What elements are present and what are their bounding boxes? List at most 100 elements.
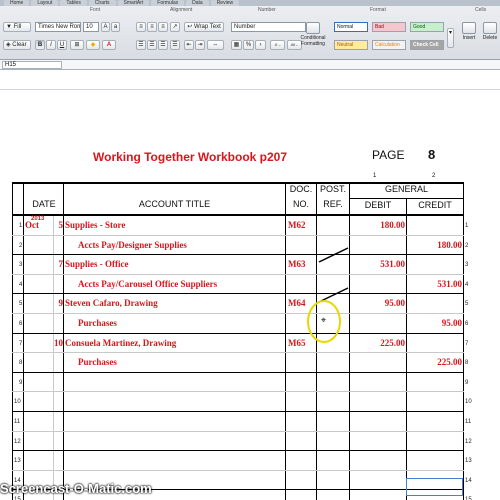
- font-grow-button[interactable]: A: [101, 22, 110, 32]
- number-format-select[interactable]: Number: [231, 22, 306, 32]
- italic-button[interactable]: I: [46, 40, 56, 50]
- month-cell[interactable]: Oct: [25, 216, 39, 235]
- account-title-cell[interactable]: Supplies - Office: [65, 255, 129, 274]
- align-center-button[interactable]: ☰: [147, 40, 157, 50]
- credit-cell[interactable]: [407, 255, 462, 274]
- doc-no-cell[interactable]: M63: [288, 255, 306, 274]
- table-row[interactable]: 4 4 Accts Pay/Carousel Office Suppliers 531…: [0, 275, 500, 295]
- style-normal[interactable]: Normal: [334, 22, 368, 32]
- table-row[interactable]: 5 5 9 Steven Cafaro, Drawing M64 95.00: [0, 294, 500, 314]
- delete-button[interactable]: Delete: [481, 22, 499, 41]
- table-row[interactable]: 3 3 7 Supplies - Office M63 531.00: [0, 255, 500, 275]
- credit-cell[interactable]: 225.00: [407, 353, 462, 372]
- table-row[interactable]: 13 13: [0, 451, 500, 471]
- merge-button[interactable]: ⇔: [207, 40, 224, 50]
- percent-button[interactable]: %: [243, 40, 254, 50]
- insert-button[interactable]: Insert: [460, 22, 478, 41]
- table-row[interactable]: 11 11: [0, 412, 500, 432]
- style-bad[interactable]: Bad: [372, 22, 406, 32]
- doc-no-cell[interactable]: M64: [288, 294, 306, 313]
- day-cell[interactable]: 5: [54, 216, 64, 235]
- account-title-cell[interactable]: Steven Cafaro, Drawing: [65, 294, 158, 313]
- bold-button[interactable]: B: [35, 40, 45, 50]
- doc-no-cell[interactable]: M65: [288, 334, 306, 353]
- justify-button[interactable]: ☰: [170, 40, 180, 50]
- account-title-cell[interactable]: Consuela Martinez, Drawing: [65, 334, 176, 353]
- account-title-cell[interactable]: Accts Pay/Carousel Office Suppliers: [78, 275, 217, 294]
- increase-indent-button[interactable]: ⇥: [195, 40, 205, 50]
- style-check-cell[interactable]: Check Cell: [410, 40, 444, 50]
- tab-data[interactable]: Data: [186, 0, 209, 6]
- align-top-button[interactable]: ≡: [136, 22, 146, 32]
- worksheet[interactable]: Working Together Workbook p207 PAGE 8 1 …: [0, 90, 500, 500]
- account-title-cell[interactable]: Purchases: [78, 314, 117, 333]
- debit-cell[interactable]: [350, 275, 405, 294]
- align-middle-button[interactable]: ≡: [147, 22, 157, 32]
- font-name-select[interactable]: Times New Roman: [35, 22, 81, 32]
- credit-cell[interactable]: [407, 334, 462, 353]
- tab-formulas[interactable]: Formulas: [151, 0, 185, 6]
- table-row[interactable]: 8 8 Purchases 225.00: [0, 353, 500, 373]
- font-shrink-button[interactable]: a: [111, 22, 120, 32]
- table-row[interactable]: 99: [0, 373, 500, 393]
- table-row[interactable]: 12 12: [0, 432, 500, 452]
- account-title-cell[interactable]: Purchases: [78, 353, 117, 372]
- credit-cell[interactable]: [407, 294, 462, 313]
- name-box[interactable]: H15: [2, 61, 62, 69]
- conditional-formatting-button[interactable]: Conditional Formatting: [297, 22, 329, 47]
- tab-smartart[interactable]: SmartArt: [117, 0, 150, 6]
- credit-cell[interactable]: 95.00: [407, 314, 462, 333]
- orientation-button[interactable]: ↗: [170, 22, 180, 32]
- fill-color-button[interactable]: ◆: [86, 40, 100, 50]
- styles-scroll-button[interactable]: ▾: [447, 28, 454, 48]
- borders-button[interactable]: ⊞: [70, 40, 84, 50]
- debit-cell[interactable]: [350, 236, 405, 255]
- day-cell[interactable]: 10: [54, 334, 63, 353]
- day-cell[interactable]: [54, 314, 63, 333]
- day-cell[interactable]: 9: [54, 294, 64, 313]
- account-title-cell[interactable]: Supplies - Store: [65, 216, 125, 235]
- currency-button[interactable]: ▦: [231, 40, 242, 50]
- underline-button[interactable]: U: [57, 40, 67, 50]
- table-row[interactable]: 1 1 Oct 5 Supplies - Store M62 180.00: [0, 216, 500, 236]
- tab-layout[interactable]: Layout: [31, 0, 59, 6]
- table-row[interactable]: 6 6 Purchases 95.00: [0, 314, 500, 334]
- clear-button[interactable]: ◈ Clear: [3, 40, 31, 50]
- debit-cell[interactable]: 531.00: [350, 255, 405, 274]
- day-cell[interactable]: [54, 236, 63, 255]
- align-left-button[interactable]: ☰: [136, 40, 146, 50]
- increase-decimal-button[interactable]: .0→: [270, 40, 285, 50]
- wrap-text-button[interactable]: ↩ Wrap Text: [184, 22, 224, 32]
- account-title-cell[interactable]: Accts Pay/Designer Supplies: [78, 236, 187, 255]
- tab-home[interactable]: Home: [4, 0, 30, 6]
- debit-cell[interactable]: [350, 314, 405, 333]
- table-row[interactable]: 2 2 Accts Pay/Designer Supplies 180.00: [0, 236, 500, 256]
- day-cell[interactable]: [54, 275, 63, 294]
- font-color-button[interactable]: A: [102, 40, 116, 50]
- style-neutral[interactable]: Neutral: [334, 40, 368, 50]
- table-row[interactable]: 10 10: [0, 392, 500, 412]
- day-cell[interactable]: 7: [54, 255, 64, 274]
- tab-tables[interactable]: Tables: [60, 0, 87, 6]
- debit-cell[interactable]: 95.00: [350, 294, 405, 313]
- debit-cell[interactable]: [350, 353, 405, 372]
- align-bottom-button[interactable]: ≡: [158, 22, 168, 32]
- debit-cell[interactable]: 225.00: [350, 334, 405, 353]
- selected-cell[interactable]: [406, 478, 463, 496]
- style-calculation[interactable]: Calculation: [372, 40, 406, 50]
- day-cell[interactable]: [54, 353, 63, 372]
- style-good[interactable]: Good: [410, 22, 444, 32]
- credit-cell[interactable]: [407, 216, 462, 235]
- decrease-indent-button[interactable]: ⇤: [184, 40, 194, 50]
- fill-button[interactable]: ▼ Fill: [3, 22, 31, 32]
- tab-review[interactable]: Review: [210, 0, 240, 6]
- credit-cell[interactable]: 531.00: [407, 275, 462, 294]
- align-right-button[interactable]: ☰: [158, 40, 168, 50]
- credit-cell[interactable]: 180.00: [407, 236, 462, 255]
- debit-cell[interactable]: 180.00: [350, 216, 405, 235]
- table-row[interactable]: 7 7 10 Consuela Martinez, Drawing M65 225.00: [0, 334, 500, 354]
- font-size-select[interactable]: 10: [83, 22, 99, 32]
- doc-no-cell[interactable]: M62: [288, 216, 306, 235]
- tab-charts[interactable]: Charts: [88, 0, 116, 6]
- comma-style-button[interactable]: ›: [255, 40, 266, 50]
